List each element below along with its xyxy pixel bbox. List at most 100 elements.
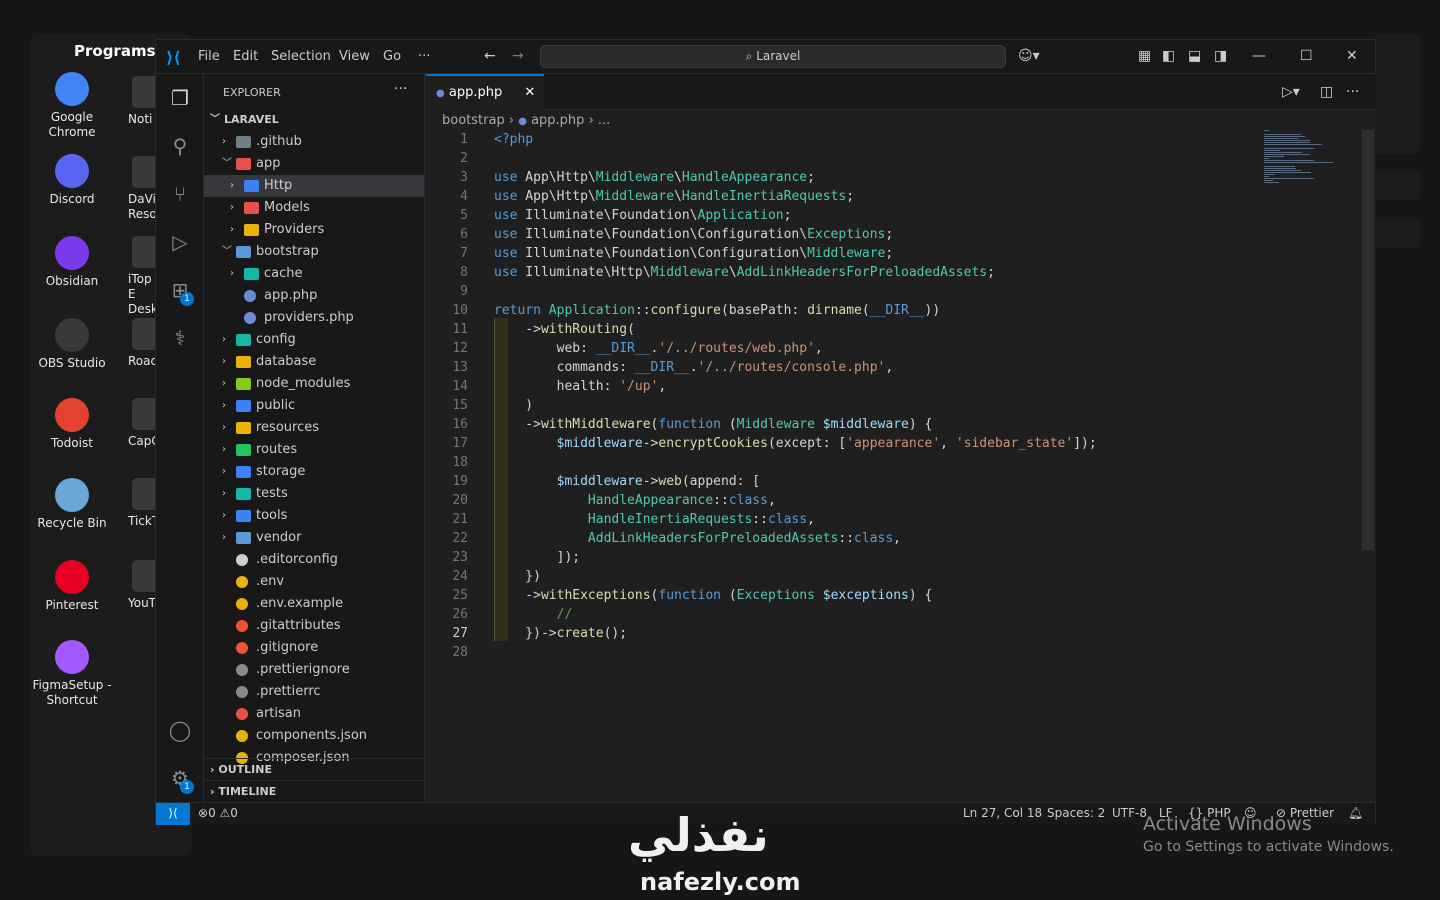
toggle-primary-sidebar-icon[interactable]: ◧ [1162,48,1175,64]
code-line: use Illuminate\Foundation\Configuration\… [494,246,894,261]
menu-item[interactable]: File [198,49,220,64]
workspace-root[interactable]: ﹀ LARAVEL [204,109,424,131]
notifications-bell-icon[interactable]: 🔔︎ [1348,803,1363,824]
tree-folder[interactable]: ﹀ bootstrap [204,241,424,263]
tree-folder[interactable]: › config [204,329,424,351]
tree-folder[interactable]: › database [204,351,424,373]
line-number: 27 [452,626,468,641]
tree-file[interactable]: .prettierignore [204,659,424,681]
tree-item-label: storage [256,464,306,479]
line-number: 2 [460,151,468,166]
problems-indicator[interactable]: ⊗0 ⚠0 [198,803,238,824]
tree-folder[interactable]: › tools [204,505,424,527]
back-arrow-icon[interactable]: ← [484,48,496,64]
minimap-line [1264,140,1310,141]
tree-folder[interactable]: › .github [204,131,424,153]
desktop-icon[interactable]: OBS Studio [30,318,114,371]
minimize-icon[interactable]: — [1252,48,1266,64]
tree-folder[interactable]: › cache [204,263,424,285]
minimap-line [1264,158,1269,159]
desktop-icon[interactable]: FigmaSetup - Shortcut [30,640,114,708]
tree-item-label: .prettierrc [256,684,321,699]
tree-item-label: tools [256,508,288,523]
remote-indicator-icon[interactable]: ⟩⟨ [156,803,190,825]
tree-folder[interactable]: › Providers [204,219,424,241]
maximize-icon[interactable]: ☐ [1300,48,1313,64]
tab-app-php[interactable]: ● app.php ✕ [426,74,544,110]
tree-folder[interactable]: › Models [204,197,424,219]
tree-file[interactable]: .env.example [204,593,424,615]
menu-item[interactable]: ··· [418,49,430,64]
tree-file[interactable]: .gitattributes [204,615,424,637]
run-file-icon[interactable]: ▷▾ [1282,84,1300,100]
tree-file[interactable]: .gitignore [204,637,424,659]
php-file-icon: ● [518,116,527,127]
desktop-icon[interactable]: Obsidian [30,236,114,289]
timeline-section[interactable]: › TIMELINE [204,780,424,802]
tree-file[interactable]: providers.php [204,307,424,329]
run-debug-icon[interactable]: ▷ [168,230,192,254]
desktop-icon[interactable]: Google Chrome [30,72,114,140]
breadcrumb-symbol[interactable]: ... [598,113,610,128]
explorer-icon[interactable]: ❐ [168,86,192,110]
chevron-right-icon: › [230,224,234,235]
accounts-icon[interactable]: ◯ [168,718,192,742]
tree-file[interactable]: app.php [204,285,424,307]
forward-arrow-icon[interactable]: → [512,48,524,64]
explorer-more-actions-icon[interactable]: ··· [394,81,407,97]
desktop-icon[interactable]: Todoist [30,398,114,451]
tree-folder[interactable]: › routes [204,439,424,461]
tree-folder[interactable]: › vendor [204,527,424,549]
tree-file[interactable]: .editorconfig [204,549,424,571]
tree-folder[interactable]: ﹀ app [204,153,424,175]
explorer-sidebar: EXPLORER ··· ﹀ LARAVEL › .github ﹀ app › Http… [204,74,425,802]
tree-folder[interactable]: › tests [204,483,424,505]
desktop-icon[interactable]: Recycle Bin [30,478,114,531]
encoding[interactable]: UTF-8 [1112,803,1147,824]
cursor-position[interactable]: Ln 27, Col 18 [963,803,1042,824]
tree-folder[interactable]: › Http [204,175,424,197]
minimap[interactable] [1264,130,1344,190]
folder-icon [236,246,251,258]
close-tab-icon[interactable]: ✕ [524,85,535,100]
tree-folder[interactable]: › storage [204,461,424,483]
file-icon [236,642,248,654]
vertical-scrollbar[interactable] [1362,130,1374,550]
toggle-panel-icon[interactable]: ⬓ [1188,48,1201,64]
code-line: web: __DIR__.'/../routes/web.php', [494,341,823,356]
breadcrumb-folder[interactable]: bootstrap [442,113,505,128]
command-center-search[interactable]: ⌕ Laravel [540,45,1006,68]
outline-section[interactable]: › OUTLINE [204,758,424,780]
file-icon [236,708,248,720]
breadcrumb-file[interactable]: app.php [531,113,584,128]
desktop-icon[interactable]: Discord [30,154,114,207]
close-window-icon[interactable]: ✕ [1346,48,1358,64]
tree-file[interactable]: components.json [204,725,424,747]
split-editor-icon[interactable]: ◫ [1320,84,1333,100]
tree-item-label: Providers [264,222,325,237]
menu-item[interactable]: Go [383,49,401,64]
tree-folder[interactable]: › public [204,395,424,417]
code-line: // [556,607,573,622]
minimap-line [1264,160,1315,161]
python-icon[interactable]: ⚕ [168,326,192,350]
menu-item[interactable]: Edit [233,49,258,64]
source-control-icon[interactable]: ⑂ [168,182,192,206]
minimap-line [1264,142,1310,143]
file-icon [236,664,248,676]
tree-file[interactable]: artisan [204,703,424,725]
indentation[interactable]: Spaces: 2 [1047,803,1105,824]
search-view-icon[interactable]: ⚲ [168,134,192,158]
editor-more-actions-icon[interactable]: ··· [1346,84,1359,100]
tree-file[interactable]: .prettierrc [204,681,424,703]
menu-item[interactable]: View [339,49,370,64]
menu-item[interactable]: Selection [271,49,331,64]
desktop-icon[interactable]: Pinterest [30,560,114,613]
toggle-secondary-sidebar-icon[interactable]: ◨ [1214,48,1227,64]
copilot-icon[interactable]: ☺▾ [1018,48,1040,64]
tree-folder[interactable]: › resources [204,417,424,439]
desktop-right-bar [1374,172,1420,200]
tree-folder[interactable]: › node_modules [204,373,424,395]
layout-customize-icon[interactable]: ▦ [1138,48,1151,64]
tree-file[interactable]: .env [204,571,424,593]
